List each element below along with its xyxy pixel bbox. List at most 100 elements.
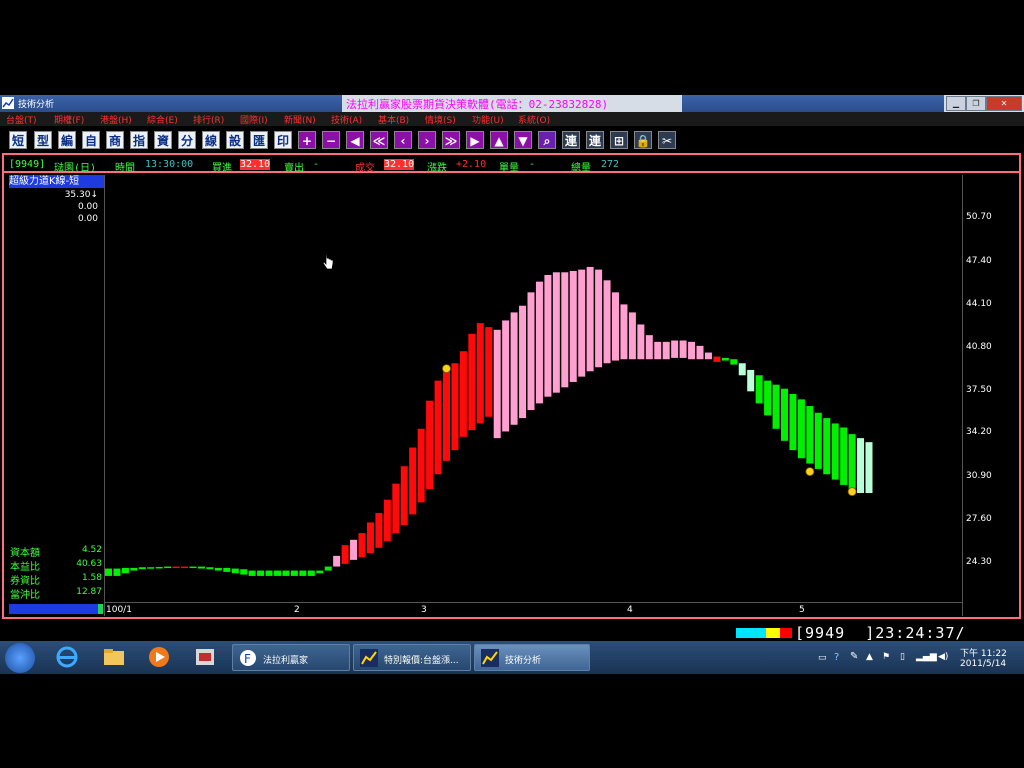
chart-app-icon	[481, 649, 499, 667]
tray-icon[interactable]: ✎	[850, 651, 858, 662]
candle-bar	[595, 269, 603, 368]
candle-bar	[383, 499, 391, 542]
candle-bar	[417, 428, 425, 503]
folder-icon[interactable]	[102, 645, 126, 669]
candle-bar	[299, 570, 307, 576]
candle-bar	[113, 568, 121, 576]
candle-bar	[333, 555, 341, 567]
candle-bar	[620, 304, 628, 360]
candle-bar	[502, 320, 510, 432]
candle-bar	[121, 567, 129, 574]
candle-bar	[519, 305, 527, 419]
candle-bar	[662, 341, 670, 360]
candle-bar	[806, 406, 814, 464]
candle-bar	[375, 513, 383, 548]
taskbar-button-label: 法拉利贏家	[263, 656, 309, 666]
candle-bar	[704, 352, 712, 360]
candle-bar	[307, 570, 315, 576]
candle-bar	[392, 483, 400, 534]
volume-icon[interactable]: ◀)	[938, 652, 948, 662]
taskbar-button[interactable]: 特別報價:台盤漲...	[353, 644, 471, 671]
candle-bar	[366, 522, 374, 554]
candle-bar	[865, 442, 873, 493]
candle-bar	[324, 566, 332, 571]
start-button[interactable]	[5, 643, 35, 673]
candle-bar	[671, 340, 679, 358]
candle-bar	[603, 280, 611, 364]
candle-bar	[341, 545, 349, 564]
candle-bar	[130, 567, 138, 571]
candle-bar	[400, 466, 408, 526]
show-hidden-icons[interactable]: ▲	[866, 652, 873, 662]
candle-bar	[231, 568, 239, 574]
candle-bar	[290, 570, 298, 576]
candle-bar	[510, 312, 518, 425]
status-color-cyan	[736, 628, 766, 638]
signal-marker-icon	[442, 364, 451, 373]
app-launcher-icon[interactable]	[193, 645, 217, 669]
media-player-icon[interactable]	[147, 645, 171, 669]
candle-bar	[434, 380, 442, 475]
candle-bar	[485, 327, 493, 417]
ferrari-app-icon: F	[240, 650, 256, 666]
keyboard-icon[interactable]: ▭	[818, 653, 827, 663]
candle-bar	[569, 270, 577, 382]
candle-bar	[738, 363, 746, 376]
candle-bar	[350, 539, 358, 560]
candle-bar	[637, 324, 645, 360]
taskbar-button-active[interactable]: 技術分析	[474, 644, 590, 671]
candle-bar	[274, 570, 281, 576]
status-color-yellow	[766, 628, 780, 638]
taskbar-clock-time[interactable]: 下午 11:22	[960, 646, 1007, 659]
internet-explorer-icon[interactable]	[55, 645, 79, 669]
candle-bar	[164, 566, 172, 569]
network-icon[interactable]: ▂▄▆	[916, 652, 937, 662]
signal-marker-icon	[847, 487, 857, 497]
candle-bar	[857, 438, 865, 493]
candle-bar	[172, 566, 180, 569]
candle-bar	[764, 380, 772, 416]
candle-bar	[316, 570, 324, 574]
candle-bar	[535, 281, 543, 404]
candle-bar	[654, 341, 662, 360]
candle-bar	[679, 340, 687, 358]
candle-bar	[781, 388, 788, 441]
taskbar-button-label: 技術分析	[505, 656, 542, 666]
candle-bar	[468, 333, 476, 431]
candle-bar	[713, 356, 721, 362]
candle-bar	[688, 341, 696, 360]
status-code-clock: [9949_ ]23:24:37/	[795, 624, 966, 642]
taskbar-button-label: 特別報價:台盤漲...	[384, 656, 459, 666]
chart-app-icon	[360, 649, 378, 667]
candle-bar	[628, 312, 636, 360]
help-icon[interactable]: ?	[834, 652, 839, 663]
candle-bar	[197, 566, 205, 569]
candle-bar	[586, 266, 594, 372]
candle-bar	[544, 274, 552, 397]
candle-bar	[214, 567, 222, 571]
taskbar-button[interactable]: F 法拉利贏家	[232, 644, 350, 671]
candle-bar	[493, 329, 501, 439]
candle-bar	[561, 272, 569, 388]
battery-icon[interactable]: ▯	[900, 652, 905, 662]
status-color-red	[780, 628, 792, 638]
candle-bar	[578, 269, 586, 377]
candle-bar	[459, 351, 467, 437]
candle-bar	[248, 570, 256, 576]
mouse-cursor-icon	[322, 254, 334, 270]
candle-bar	[282, 570, 290, 576]
candle-bar	[181, 566, 189, 569]
candle-bar	[189, 566, 197, 569]
candle-bar	[223, 567, 231, 572]
candle-bar	[240, 569, 248, 575]
candle-bar	[409, 447, 417, 515]
candle-bar	[527, 292, 535, 411]
candle-bar	[696, 345, 704, 360]
taskbar-clock-date[interactable]: 2011/5/14	[960, 659, 1006, 669]
candle-bar	[797, 399, 805, 459]
status-color-indicator	[736, 628, 792, 638]
candle-bar	[451, 363, 459, 451]
candle-bar	[552, 272, 560, 393]
candle-bar	[476, 323, 484, 424]
flag-icon[interactable]: ⚑	[882, 652, 890, 662]
